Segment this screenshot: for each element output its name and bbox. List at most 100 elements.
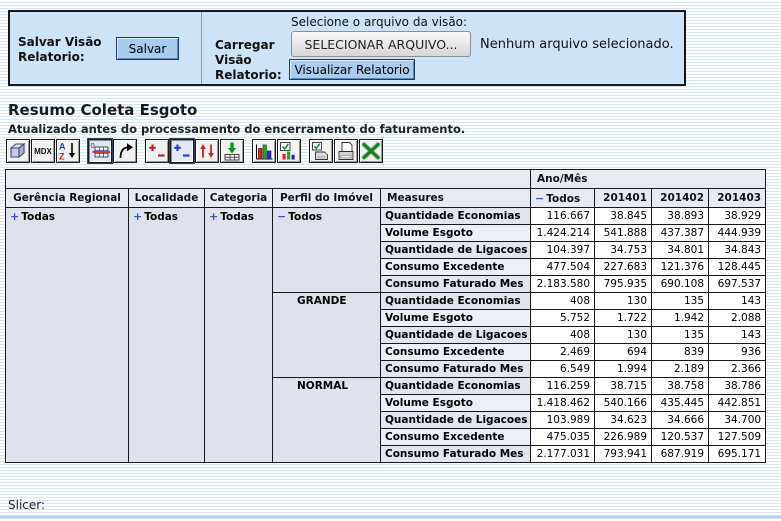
drill-replace-icon	[196, 140, 218, 162]
value-cell: 227.683	[595, 259, 652, 276]
value-cell: 1.994	[595, 361, 652, 378]
chart-config-icon	[278, 140, 300, 162]
value-cell: 38.929	[709, 208, 766, 225]
drill-replace-button[interactable]	[195, 139, 219, 163]
value-cell: 444.939	[709, 225, 766, 242]
value-cell: 130	[595, 293, 652, 310]
drill-member-button[interactable]	[145, 139, 169, 163]
print-config-icon	[310, 140, 332, 162]
value-cell: 795.935	[595, 276, 652, 293]
column-dimension-header: Ano/Mês	[531, 170, 766, 189]
value-cell: 936	[709, 344, 766, 361]
select-file-button[interactable]: SELECIONAR ARQUIVO...	[291, 31, 471, 57]
cube-icon	[7, 140, 29, 162]
measure-label-cell: Consumo Excedente	[381, 259, 531, 276]
measure-label-cell: Quantidade Economias	[381, 378, 531, 395]
profile-member-cell: NORMAL	[273, 378, 381, 463]
view-report-button[interactable]: Visualizar Relatorio	[289, 59, 415, 80]
drill-through-button[interactable]	[220, 139, 244, 163]
collapse-icon[interactable]: −	[535, 192, 544, 205]
value-cell: 34.666	[652, 412, 709, 429]
value-cell: 793.941	[595, 446, 652, 463]
measure-label-cell: Consumo Excedente	[381, 429, 531, 446]
collapse-icon[interactable]: −	[277, 210, 286, 223]
value-cell: 477.504	[531, 259, 595, 276]
measure-label-cell: Quantidade de Ligacoes	[381, 242, 531, 259]
value-cell: 2.469	[531, 344, 595, 361]
file-select-prompt: Selecione o arquivo da visão:	[291, 15, 467, 29]
value-cell: 34.753	[595, 242, 652, 259]
column-member-201401: 201401	[595, 189, 652, 208]
value-cell: 38.758	[652, 378, 709, 395]
value-cell: 34.623	[595, 412, 652, 429]
profile-member-cell: GRANDE	[273, 293, 381, 378]
value-cell: 34.801	[652, 242, 709, 259]
value-cell: 2.189	[652, 361, 709, 378]
bottom-divider	[0, 516, 781, 518]
value-cell: 135	[652, 327, 709, 344]
svg-text:A: A	[59, 142, 66, 152]
panel-divider	[201, 12, 202, 84]
measure-label-cell: Quantidade Economias	[381, 293, 531, 310]
mdx-editor-button[interactable]: MDX	[31, 139, 55, 163]
row-dimension-member-1: +Todas	[129, 208, 205, 463]
value-cell: 34.700	[709, 412, 766, 429]
row-dimension-member-2: +Todas	[205, 208, 273, 463]
value-cell: 120.537	[652, 429, 709, 446]
pivot-row: +Todas+Todas+Todas−TodosQuantidade Econo…	[6, 208, 766, 225]
slicer-label: Slicer:	[8, 498, 45, 512]
column-member-201402: 201402	[652, 189, 709, 208]
mdx-icon: MDX	[32, 140, 54, 162]
file-status-text: Nenhum arquivo selecionado.	[480, 37, 674, 52]
value-cell: 103.989	[531, 412, 595, 429]
print-config-button[interactable]	[309, 139, 333, 163]
export-excel-button[interactable]	[359, 139, 383, 163]
value-cell: 143	[709, 327, 766, 344]
save-view-button[interactable]: Salvar	[116, 37, 179, 60]
value-cell: 121.376	[652, 259, 709, 276]
measure-label-cell: Consumo Faturado Mes	[381, 361, 531, 378]
value-cell: 442.851	[709, 395, 766, 412]
expand-icon[interactable]: +	[133, 210, 142, 223]
chart-config-button[interactable]	[277, 139, 301, 163]
svg-text:Z: Z	[59, 152, 65, 162]
sort-az-icon: AZ	[57, 140, 79, 162]
value-cell: 437.387	[652, 225, 709, 242]
value-cell: 541.888	[595, 225, 652, 242]
value-cell: 690.108	[652, 276, 709, 293]
pivot-table: Ano/Mês Gerência Regional Localidade Cat…	[5, 169, 766, 463]
value-cell: 143	[709, 293, 766, 310]
measure-label-cell: Consumo Faturado Mes	[381, 446, 531, 463]
value-cell: 38.845	[595, 208, 652, 225]
show-empty-cells-button[interactable]: 0	[88, 139, 112, 163]
expand-icon[interactable]: +	[209, 210, 218, 223]
expand-icon[interactable]: +	[10, 210, 19, 223]
profile-member-cell: −Todos	[273, 208, 381, 293]
header-measures: Measures	[381, 189, 531, 208]
swap-axes-button[interactable]	[113, 139, 137, 163]
measure-label-cell: Volume Esgoto	[381, 310, 531, 327]
value-cell: 2.366	[709, 361, 766, 378]
value-cell: 694	[595, 344, 652, 361]
row-dimension-member-0: +Todas	[6, 208, 129, 463]
show-chart-button[interactable]	[252, 139, 276, 163]
value-cell: 226.989	[595, 429, 652, 446]
value-cell: 687.919	[652, 446, 709, 463]
measure-label-cell: Consumo Faturado Mes	[381, 276, 531, 293]
print-pdf-button[interactable]	[334, 139, 358, 163]
value-cell: 2.183.580	[531, 276, 595, 293]
value-cell: 1.418.462	[531, 395, 595, 412]
value-cell: 435.445	[652, 395, 709, 412]
measure-label-cell: Volume Esgoto	[381, 225, 531, 242]
value-cell: 5.752	[531, 310, 595, 327]
value-cell: 104.397	[531, 242, 595, 259]
value-cell: 1.942	[652, 310, 709, 327]
header-localidade: Localidade	[129, 189, 205, 208]
value-cell: 6.549	[531, 361, 595, 378]
column-member-todos: −Todos	[531, 189, 595, 208]
drill-position-button[interactable]	[170, 139, 194, 163]
value-cell: 2.177.031	[531, 446, 595, 463]
olap-navigator-button[interactable]	[6, 139, 30, 163]
sort-button[interactable]: AZ	[56, 139, 80, 163]
swap-axes-icon	[114, 140, 136, 162]
